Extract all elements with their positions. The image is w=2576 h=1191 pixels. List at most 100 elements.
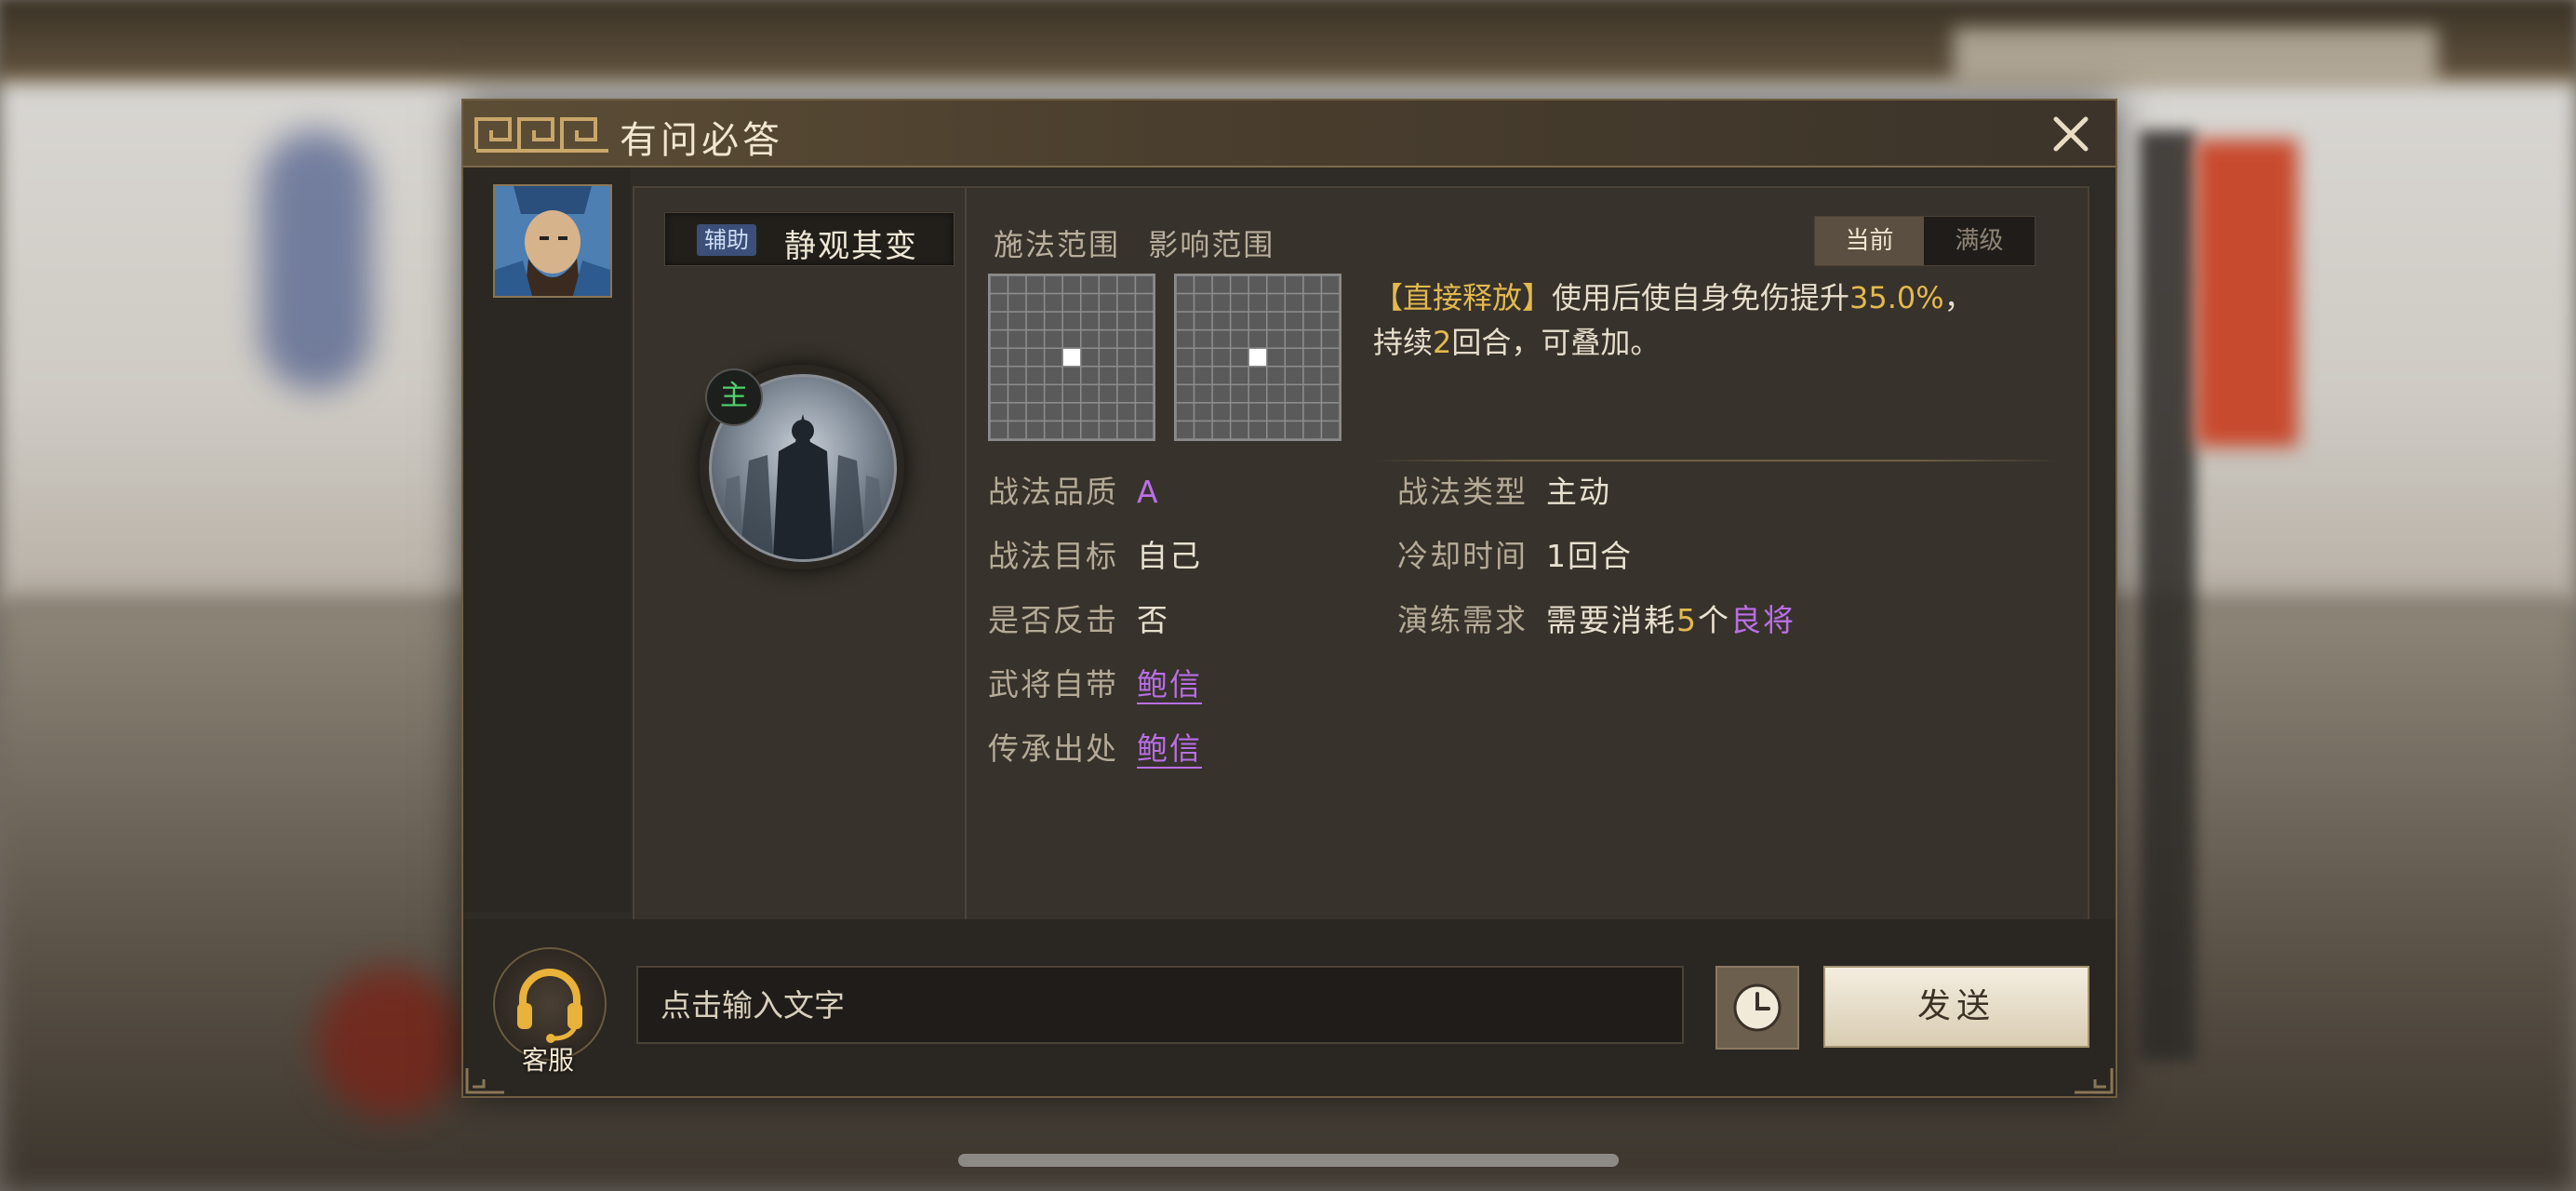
grid-cell	[1025, 347, 1046, 368]
grid-cell	[1098, 383, 1118, 404]
grid-cell	[990, 328, 1009, 349]
grid-cell	[1007, 402, 1027, 422]
grid-cell	[1248, 383, 1268, 404]
description-line2-suffix: 回合，可叠加。	[1451, 325, 1661, 360]
general-link[interactable]: 鲍信	[1137, 666, 1202, 704]
grid-cell	[1025, 275, 1046, 295]
send-button[interactable]: 发送	[1823, 966, 2089, 1048]
cast-range-label: 施法范围	[994, 227, 1121, 262]
grid-cell	[1320, 366, 1340, 386]
tab-max-level[interactable]: 满级	[1925, 217, 2034, 265]
grid-cell	[1229, 366, 1249, 386]
grid-cell	[1266, 292, 1287, 313]
grid-cell	[1193, 311, 1213, 331]
attr-training-label: 演练需求	[1397, 602, 1528, 638]
grid-cell	[1229, 383, 1249, 404]
grid-cell	[1266, 383, 1287, 404]
grid-cell	[1266, 366, 1287, 386]
grid-cell	[1134, 402, 1154, 422]
grid-cell	[1043, 402, 1063, 422]
grid-cell	[1193, 402, 1213, 422]
grid-cell	[1176, 275, 1195, 295]
attr-target-label: 战法目标	[988, 538, 1118, 574]
grid-cell	[1025, 402, 1046, 422]
chat-input[interactable]	[636, 966, 1684, 1044]
grid-cell	[1302, 311, 1323, 331]
grid-cell	[1302, 420, 1323, 439]
grid-cell	[1248, 366, 1268, 386]
grid-cell	[1211, 402, 1232, 422]
grid-cell	[990, 347, 1009, 368]
skill-description: 【直接释放】使用后使自身免伤提升35.0%， 持续2回合，可叠加。	[1373, 275, 2052, 365]
grid-cell	[1043, 420, 1063, 439]
grid-cell	[1116, 292, 1137, 313]
grid-cell	[1134, 366, 1154, 386]
grid-cell	[1134, 275, 1154, 295]
grid-cell	[1007, 366, 1027, 386]
grid-cell	[1320, 402, 1340, 422]
grid-cell	[1211, 311, 1232, 331]
grid-cell	[1302, 402, 1323, 422]
grid-cell	[1284, 275, 1304, 295]
grid-cell	[1193, 275, 1213, 295]
grid-cell	[1098, 311, 1118, 331]
grid-cell	[1229, 402, 1249, 422]
grid-cell	[1248, 311, 1268, 331]
grid-cell	[1193, 292, 1213, 313]
description-text: 使用后使自身免伤提升	[1552, 280, 1850, 315]
grid-cell	[1061, 328, 1082, 349]
tab-current-level[interactable]: 当前	[1815, 217, 1924, 265]
grid-cell	[1134, 292, 1154, 313]
grid-cell	[1134, 311, 1154, 331]
description-value: 35.0%	[1849, 280, 1944, 315]
grid-cell	[1061, 292, 1082, 313]
grid-cell	[1098, 366, 1118, 386]
grid-cell	[1211, 328, 1232, 349]
grid-cell	[1043, 366, 1063, 386]
grid-cell	[1266, 347, 1287, 368]
grid-cell	[1176, 311, 1195, 331]
grid-cell	[1043, 383, 1063, 404]
attr-counter-value: 否	[1137, 602, 1169, 638]
grid-cell	[1176, 292, 1195, 313]
grid-cell	[1176, 402, 1195, 422]
grid-cell	[1080, 366, 1101, 386]
grid-cell	[1061, 420, 1082, 439]
effect-range-grid	[1174, 274, 1341, 441]
grid-cell	[1266, 328, 1287, 349]
grid-cell	[1116, 402, 1137, 422]
grid-cell	[1248, 420, 1268, 439]
grid-cell	[990, 402, 1009, 422]
corner-ornament-icon	[2075, 1068, 2114, 1094]
skill-info: 施法范围 影响范围 当前 满级 【直接释放】使用后使自身免伤提升35.0%， 持…	[968, 188, 2088, 932]
attr-target: 战法目标 自己	[988, 531, 1202, 576]
attr-training-prefix: 需要消耗	[1546, 602, 1676, 638]
grid-cell	[1320, 420, 1340, 439]
cast-range-grid	[988, 274, 1155, 441]
grid-cell	[1229, 347, 1249, 368]
grid-cell	[1061, 366, 1082, 386]
grid-cell	[1248, 328, 1268, 349]
grid-center-cell	[1248, 347, 1268, 368]
grid-cell	[990, 420, 1009, 439]
level-toggle: 当前 满级	[1814, 216, 2035, 266]
grid-cell	[1320, 383, 1340, 404]
history-button[interactable]	[1715, 966, 1799, 1050]
grid-cell	[1248, 275, 1268, 295]
grid-cell	[1248, 292, 1268, 313]
general-portrait[interactable]	[493, 184, 612, 298]
background-right-red-banner	[2196, 140, 2298, 447]
customer-service-button[interactable]: 客服	[493, 947, 607, 1077]
grid-cell	[1116, 366, 1137, 386]
grid-cell	[1266, 402, 1287, 422]
grid-cell	[1302, 366, 1323, 386]
grid-cell	[1061, 275, 1082, 295]
grid-cell	[1229, 311, 1249, 331]
close-icon[interactable]	[2045, 108, 2097, 160]
grid-cell	[1320, 292, 1340, 313]
section-divider	[1373, 460, 2062, 462]
inherit-link[interactable]: 鲍信	[1137, 730, 1202, 769]
grid-cell	[990, 383, 1009, 404]
grid-cell	[1176, 366, 1195, 386]
home-indicator[interactable]	[958, 1154, 1619, 1167]
